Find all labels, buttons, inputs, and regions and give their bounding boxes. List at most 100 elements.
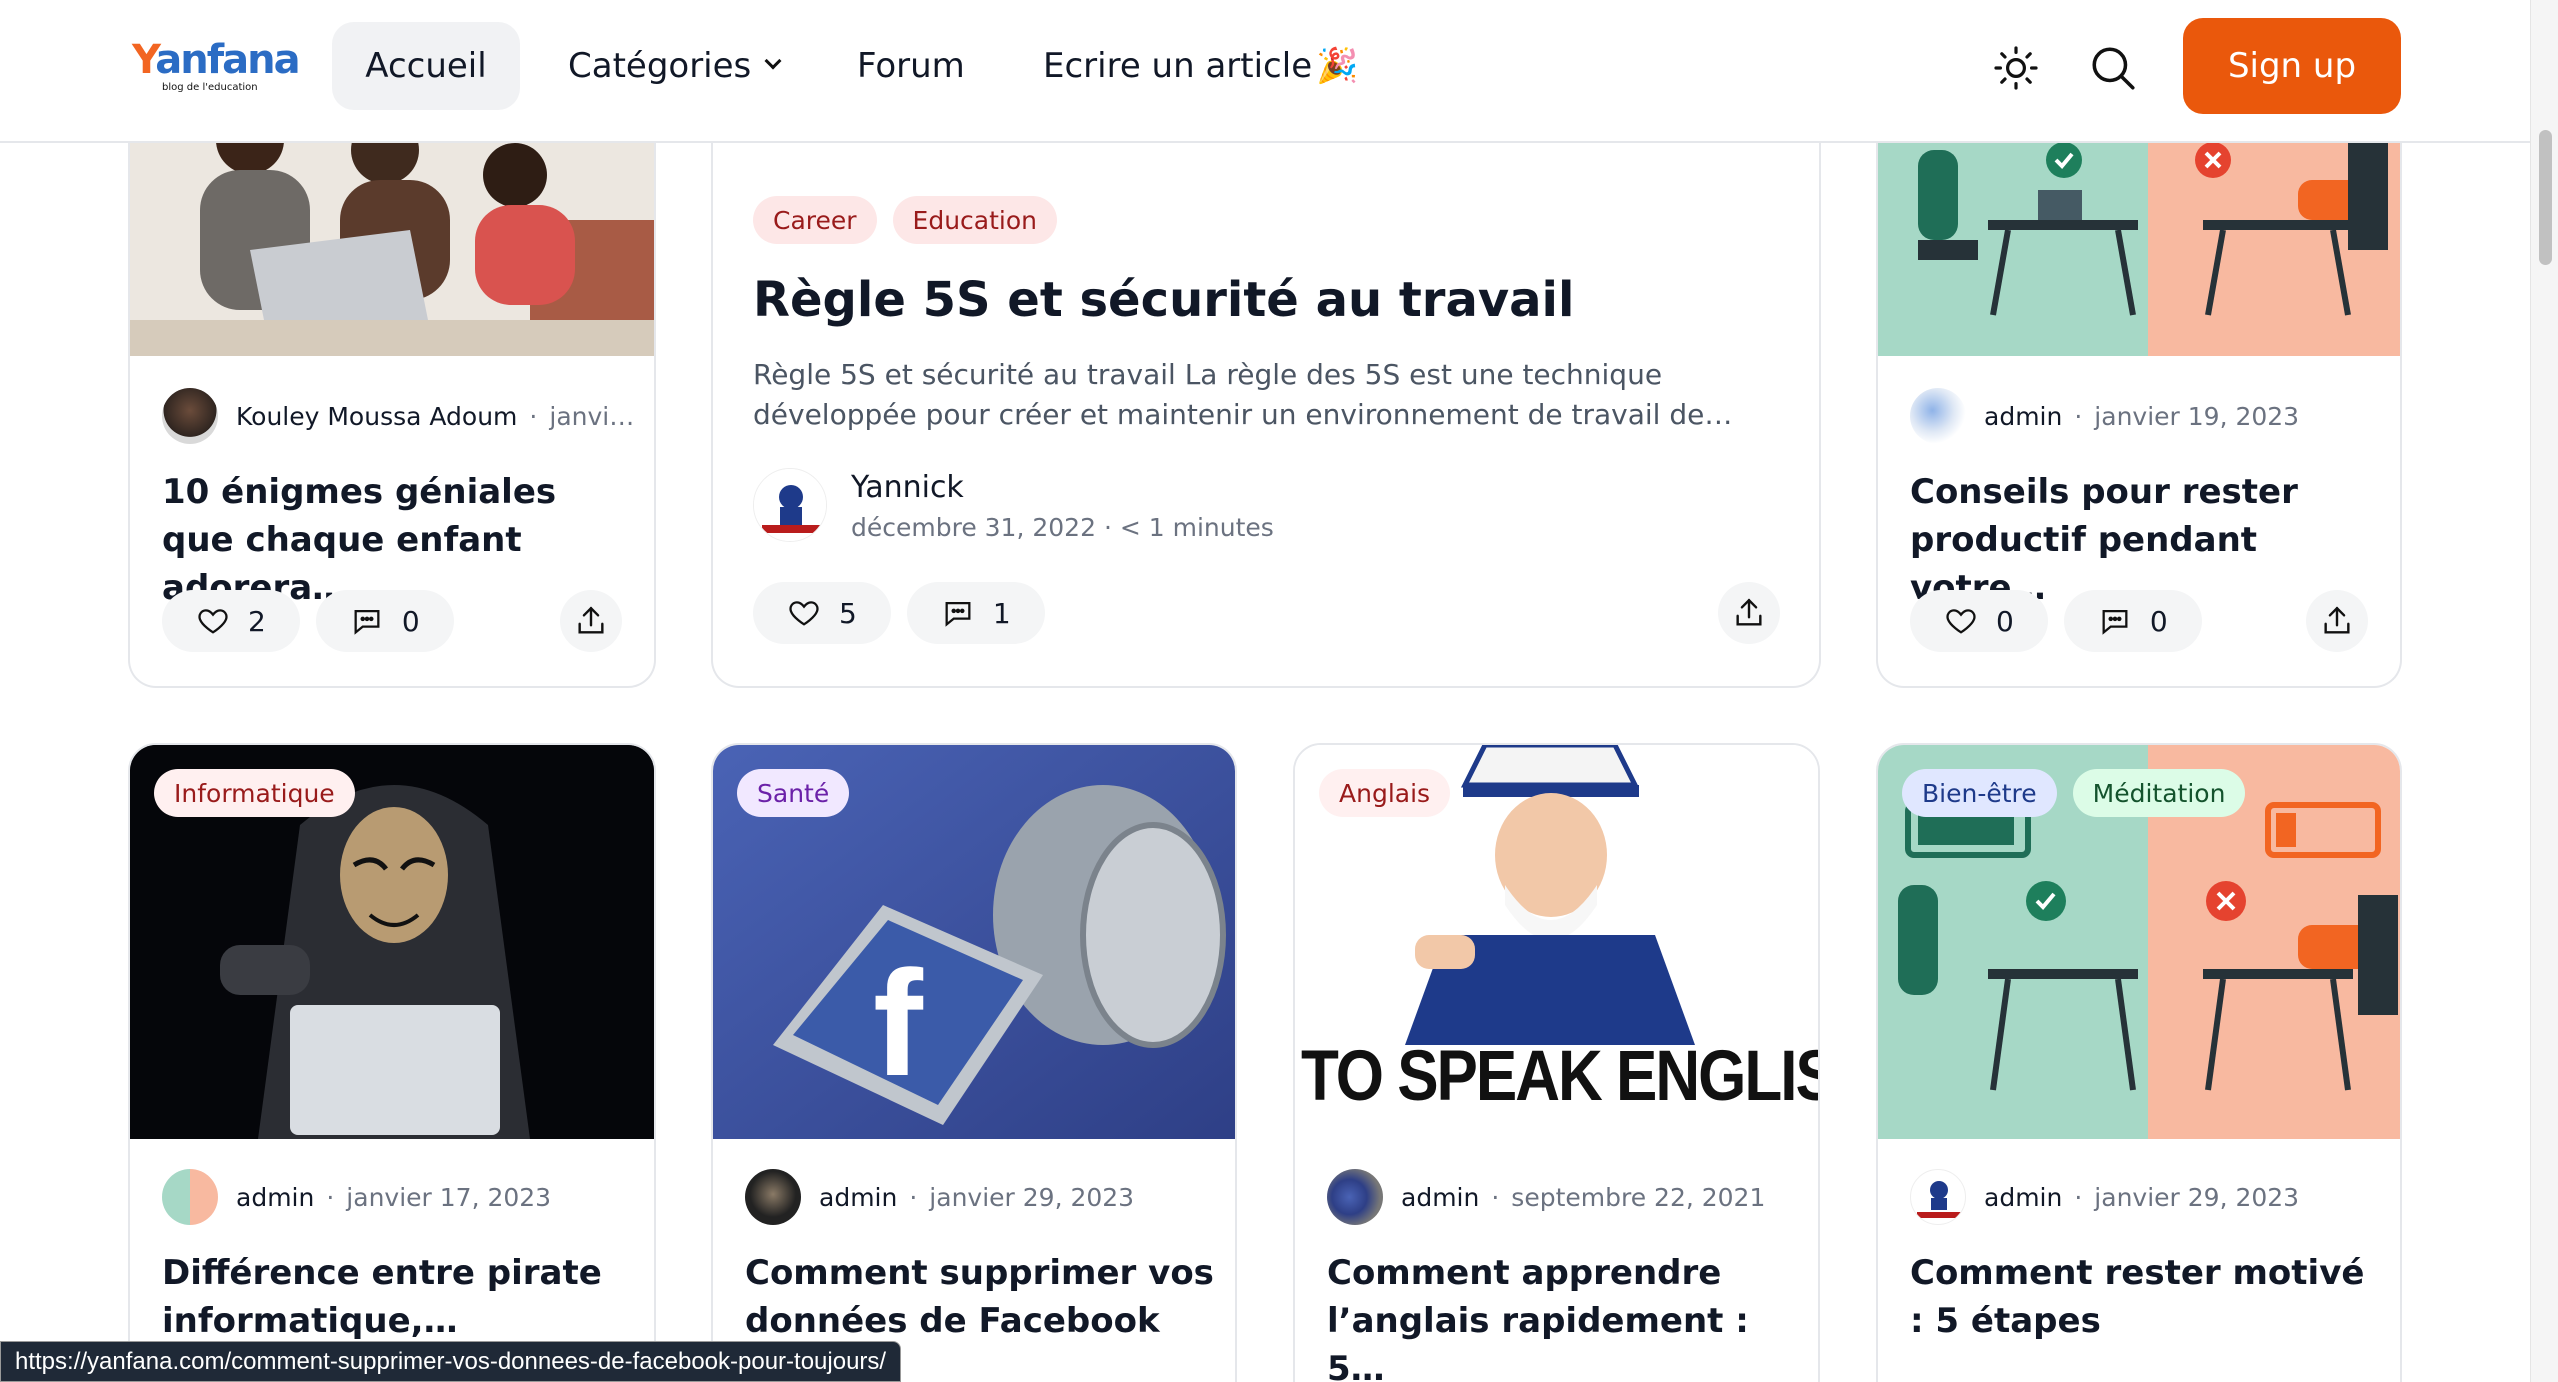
post-date: janvier 29, 2023 bbox=[2094, 1182, 2300, 1212]
author-name[interactable]: admin bbox=[819, 1183, 897, 1212]
sun-icon bbox=[1994, 46, 2038, 90]
author-name[interactable]: Kouley Moussa Adoum bbox=[236, 402, 517, 431]
nav-categories-label: Catégories bbox=[568, 46, 752, 86]
share-button[interactable] bbox=[1718, 582, 1780, 644]
post-meta: Yannick décembre 31, 2022 · < 1 minutes bbox=[753, 468, 1274, 548]
heart-icon bbox=[789, 601, 819, 626]
nav-write-label: Ecrire un article bbox=[1043, 46, 1313, 86]
nav-forum-label: Forum bbox=[857, 46, 965, 86]
post-meta: admin · janvier 29, 2023 bbox=[745, 1169, 1134, 1225]
logo-wordmark: Yanfana bbox=[132, 37, 301, 83]
post-tags: Santé bbox=[737, 769, 850, 817]
share-icon bbox=[2324, 606, 2350, 634]
meta-separator: · bbox=[326, 1182, 335, 1212]
like-button[interactable]: 5 bbox=[753, 582, 891, 644]
share-button[interactable] bbox=[2306, 590, 2368, 652]
tag-anglais[interactable]: Anglais bbox=[1319, 769, 1451, 817]
post-card[interactable]: admin · janvier 19, 2023 Conseils pour r… bbox=[1876, 100, 2402, 688]
post-date: janvier 17, 2023 bbox=[346, 1182, 552, 1212]
tag-informatique[interactable]: Informatique bbox=[154, 769, 355, 817]
author-avatar[interactable] bbox=[1910, 388, 1966, 444]
read-time: < 1 minutes bbox=[1119, 513, 1274, 542]
scrollbar-thumb[interactable] bbox=[2539, 130, 2552, 265]
author-avatar[interactable] bbox=[162, 1169, 218, 1225]
nav-write-article[interactable]: Ecrire un article 🎉 bbox=[1043, 22, 1358, 110]
author-name[interactable]: Yannick bbox=[851, 468, 1274, 508]
post-meta: admin · janvier 17, 2023 bbox=[162, 1169, 551, 1225]
author-avatar[interactable] bbox=[753, 468, 827, 542]
nav-categories[interactable]: Catégories bbox=[568, 22, 782, 110]
author-name[interactable]: admin bbox=[1984, 1183, 2062, 1212]
like-count: 0 bbox=[1996, 604, 2014, 638]
author-block: Yannick décembre 31, 2022 · < 1 minutes bbox=[851, 468, 1274, 548]
author-name[interactable]: admin bbox=[1984, 402, 2062, 431]
page-scrollbar[interactable] bbox=[2530, 0, 2558, 1382]
meta-separator: · bbox=[2074, 401, 2083, 431]
tag-meditation[interactable]: Méditation bbox=[2072, 769, 2246, 817]
tag-sante[interactable]: Santé bbox=[737, 769, 850, 817]
signup-button[interactable]: Sign up bbox=[2183, 18, 2401, 114]
nav-home[interactable]: Accueil bbox=[332, 22, 520, 110]
search-button[interactable] bbox=[2083, 38, 2143, 98]
post-card[interactable]: Kouley Moussa Adoum · janvi… 10 énigmes … bbox=[128, 100, 656, 688]
post-date: septembre 22, 2021 bbox=[1511, 1182, 1766, 1212]
post-meta: Kouley Moussa Adoum · janvi… bbox=[162, 388, 634, 444]
like-count: 5 bbox=[839, 596, 857, 630]
image-headline: TO SPEAK ENGLISH bbox=[1301, 1036, 1818, 1117]
share-button[interactable] bbox=[560, 590, 622, 652]
chevron-down-icon bbox=[764, 52, 782, 70]
comment-icon bbox=[945, 601, 971, 627]
post-tags: Informatique bbox=[154, 769, 355, 817]
theme-toggle-button[interactable] bbox=[1986, 38, 2046, 98]
author-name[interactable]: admin bbox=[1401, 1183, 1479, 1212]
author-avatar[interactable] bbox=[745, 1169, 801, 1225]
author-name[interactable]: admin bbox=[236, 1183, 314, 1212]
meta-separator: · bbox=[1103, 513, 1120, 542]
post-meta: admin · septembre 22, 2021 bbox=[1327, 1169, 1765, 1225]
post-meta: admin · janvier 29, 2023 bbox=[1910, 1169, 2299, 1225]
like-button[interactable]: 2 bbox=[162, 590, 300, 652]
post-title[interactable]: Comment apprendre l’anglais rapidement :… bbox=[1327, 1249, 1797, 1382]
site-header: Yanfana blog de l'education Accueil Caté… bbox=[0, 0, 2530, 143]
tag-bien-etre[interactable]: Bien-être bbox=[1902, 769, 2057, 817]
author-avatar[interactable] bbox=[1910, 1169, 1966, 1225]
comment-count: 1 bbox=[992, 596, 1011, 630]
post-title[interactable]: Différence entre pirate informatique,… bbox=[162, 1249, 622, 1345]
search-icon bbox=[2092, 47, 2135, 90]
author-avatar[interactable] bbox=[1327, 1169, 1383, 1225]
tag-career[interactable]: Career bbox=[753, 196, 877, 244]
party-popper-icon: 🎉 bbox=[1316, 46, 1359, 86]
site-logo[interactable]: Yanfana blog de l'education bbox=[132, 37, 301, 98]
post-card[interactable]: f Santé admin · janvier 29, 2023 Comment… bbox=[711, 743, 1237, 1382]
post-card[interactable]: Bien-être Méditation admin · janvier 29,… bbox=[1876, 743, 2402, 1382]
comment-button[interactable]: 1 bbox=[906, 582, 1045, 644]
tag-education[interactable]: Education bbox=[892, 196, 1058, 244]
post-tags: Anglais bbox=[1319, 769, 1451, 817]
post-card[interactable]: TO SPEAK ENGLISH Anglais admin · septemb… bbox=[1293, 743, 1820, 1382]
meta-separator: · bbox=[2074, 1182, 2083, 1212]
comment-button[interactable]: 0 bbox=[2063, 590, 2202, 652]
post-date: janvier 19, 2023 bbox=[2094, 401, 2300, 431]
heart-icon bbox=[1946, 609, 1976, 634]
author-avatar[interactable] bbox=[162, 388, 218, 444]
post-actions: 0 0 bbox=[1910, 590, 2202, 652]
comment-count: 0 bbox=[2149, 604, 2168, 638]
post-title[interactable]: Comment rester motivé : 5 étapes bbox=[1910, 1249, 2380, 1345]
like-button[interactable]: 0 bbox=[1910, 590, 2048, 652]
featured-post-card[interactable]: Career Education Règle 5S et sécurité au… bbox=[711, 100, 1821, 688]
post-date: janvier 29, 2023 bbox=[929, 1182, 1135, 1212]
post-meta: admin · janvier 19, 2023 bbox=[1910, 388, 2299, 444]
post-date: janvi… bbox=[549, 401, 635, 431]
comment-button[interactable]: 0 bbox=[315, 590, 454, 652]
post-date: décembre 31, 2022 bbox=[851, 513, 1096, 542]
post-excerpt: Règle 5S et sécurité au travail La règle… bbox=[753, 358, 1733, 431]
meta-separator: · bbox=[1491, 1182, 1500, 1212]
post-card[interactable]: Informatique admin · janvier 17, 2023 Di… bbox=[128, 743, 656, 1382]
nav-forum[interactable]: Forum bbox=[857, 22, 965, 110]
post-actions: 5 1 bbox=[753, 582, 1045, 644]
share-icon bbox=[1736, 598, 1762, 626]
logo-tagline: blog de l'education bbox=[162, 82, 258, 93]
meta-separator: · bbox=[909, 1182, 918, 1212]
comment-icon bbox=[354, 609, 380, 635]
post-title[interactable]: Règle 5S et sécurité au travail bbox=[753, 268, 1753, 332]
